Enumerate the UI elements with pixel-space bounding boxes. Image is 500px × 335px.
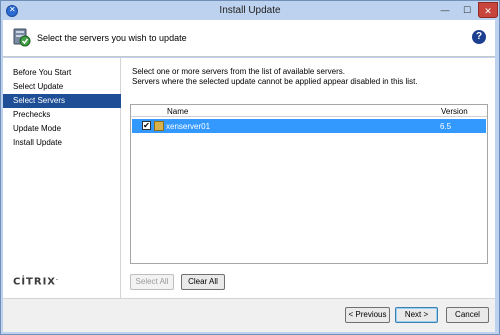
server-icon (154, 121, 164, 131)
step-before-you-start[interactable]: Before You Start (3, 66, 121, 80)
server-version-cell: 6.5 (440, 122, 452, 131)
instructions-text: Select one or more servers from the list… (132, 67, 418, 87)
row-checkbox[interactable]: ✔ (142, 121, 151, 130)
step-select-update[interactable]: Select Update (3, 80, 121, 94)
wizard-steps-sidebar: Before You Start Select Update Select Se… (3, 58, 121, 298)
previous-button[interactable]: < Previous (345, 307, 390, 323)
instruction-line-2: Servers where the selected update cannot… (132, 77, 418, 86)
citrix-logo: CİTRIX. (13, 276, 59, 288)
select-all-button[interactable]: Select All (130, 274, 174, 290)
window-title: Install Update (219, 5, 281, 16)
column-header-name[interactable]: Name (167, 107, 188, 116)
step-prechecks[interactable]: Prechecks (3, 108, 121, 122)
step-update-mode[interactable]: Update Mode (3, 122, 121, 136)
maximize-button[interactable]: ☐ (456, 2, 478, 18)
title-bar[interactable]: Install Update — ☐ ✕ (1, 1, 499, 21)
close-button[interactable]: ✕ (478, 2, 498, 18)
step-select-servers[interactable]: Select Servers (3, 94, 121, 108)
column-header-version[interactable]: Version (441, 107, 468, 116)
help-icon[interactable]: ? (472, 30, 486, 44)
server-list-grid[interactable]: Name Version ✔ xenserver01 6.5 (130, 104, 488, 264)
cancel-button[interactable]: Cancel (446, 307, 489, 323)
server-update-icon (13, 28, 31, 47)
wizard-header: Select the servers you wish to update ? (3, 20, 495, 57)
minimize-button[interactable]: — (434, 2, 456, 18)
grid-header: Name Version (131, 105, 487, 117)
page-title: Select the servers you wish to update (37, 33, 187, 43)
table-row[interactable]: ✔ xenserver01 6.5 (132, 119, 486, 133)
next-button[interactable]: Next > (395, 307, 438, 323)
server-name-cell: xenserver01 (166, 122, 211, 131)
clear-all-button[interactable]: Clear All (181, 274, 225, 290)
step-install-update[interactable]: Install Update (3, 136, 121, 150)
instruction-line-1: Select one or more servers from the list… (132, 67, 345, 76)
